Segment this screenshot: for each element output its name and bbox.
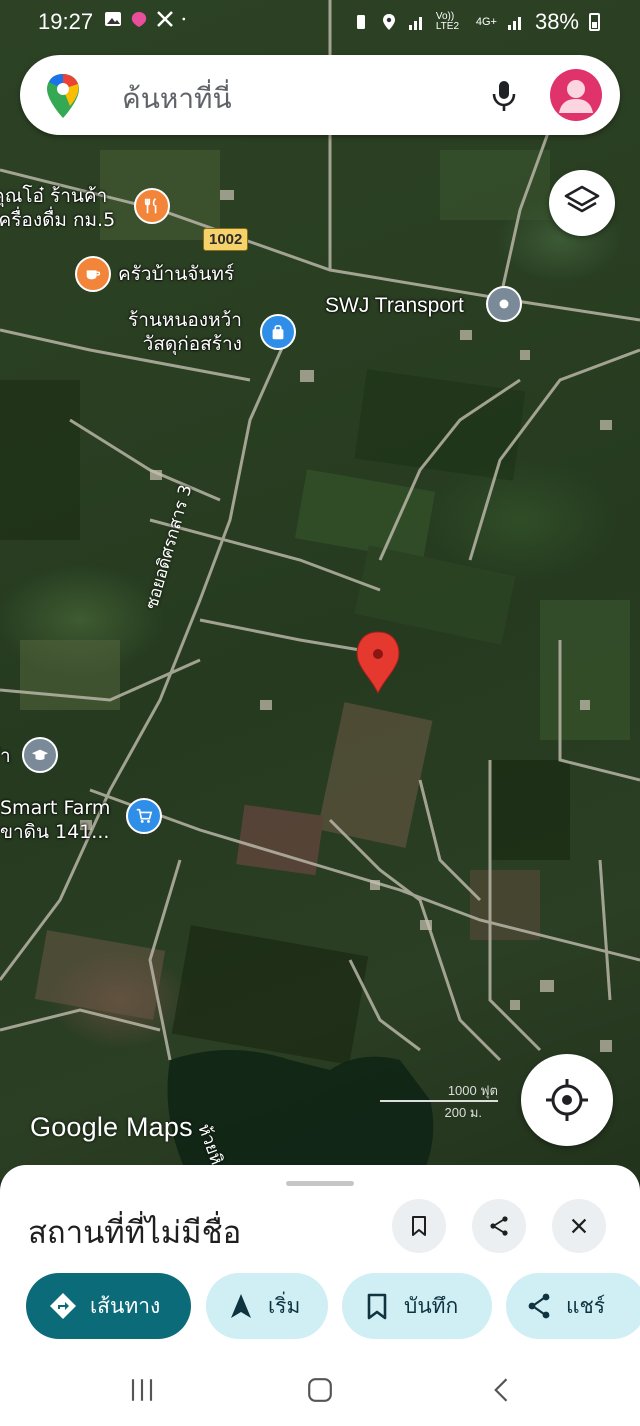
place-title: สถานที่ที่ไม่มีชื่อ [28,1215,242,1251]
home-icon [308,1378,332,1402]
scale-meters: 200 ม. [444,1105,482,1120]
status-time: 19:27 [38,9,94,34]
directions-button[interactable]: เส้นทาง [26,1273,191,1339]
search-input[interactable]: ค้นหาที่นี่ [122,77,232,121]
home-button[interactable] [300,1370,340,1410]
start-button[interactable]: เริ่ม [206,1273,328,1339]
poi-label: ครัวบ้านจันทร์ [118,263,235,285]
avatar[interactable] [550,69,602,121]
battery-saver-icon [356,15,365,29]
back-icon [494,1378,508,1402]
save-button[interactable]: บันทึก [342,1273,492,1339]
signal-icon [507,17,521,30]
share-icon [528,1293,550,1319]
pin-dot-icon[interactable] [486,286,522,322]
google-maps-wordmark: Google Maps [30,1112,193,1142]
dropped-pin-icon[interactable] [356,631,400,695]
poi-label: ร้านหนองหว้า วัสดุก่อสร้าง [128,309,242,355]
poi-label: Smart Farm ขาดิน 141... [0,797,111,843]
microphone-icon[interactable] [484,75,524,115]
poi-label: SWJ Transport [325,294,464,317]
place-bottom-sheet[interactable]: สถานที่ที่ไม่มีชื่อ เส้นทาง เริ่ม บันทึก… [0,1165,640,1426]
cafe-icon[interactable] [75,256,111,292]
share-icon-button[interactable] [472,1199,526,1253]
back-button[interactable] [482,1370,522,1410]
close-icon [571,1218,587,1234]
layers-button[interactable] [549,170,615,236]
dot-icon [182,17,186,21]
my-location-button[interactable] [521,1054,613,1146]
status-bar: 19:27 Vo)) LTE2 4G+ 38% [0,0,640,44]
volte-label: Vo)) LTE2 [435,11,460,32]
drag-handle[interactable] [286,1181,354,1186]
bookmark-button[interactable] [392,1199,446,1253]
poi-label: คุณโอ๋ ร้านค้า เครื่องดื่ม กม.5 [0,185,116,231]
poi-label: ำ [0,745,11,767]
satellite-imagery [0,0,640,1180]
poi-smart-farm[interactable]: Smart Farm ขาดิน 141... [0,796,110,844]
share-icon [490,1216,508,1236]
signal-icon [408,17,422,30]
x-icon [157,11,173,27]
save-label: บันทึก [404,1293,459,1318]
cart-icon[interactable] [126,798,162,834]
share-button[interactable]: แชร์ [506,1273,640,1339]
bookmark-icon [367,1293,387,1320]
poi-swj-transport[interactable]: SWJ Transport [325,294,464,318]
recent-apps-button[interactable] [122,1370,162,1410]
poi-restaurant[interactable]: คุณโอ๋ ร้านค้า เครื่องดื่ม กม.5 [0,184,115,232]
search-bar[interactable]: ค้นหาที่นี่ [20,55,620,135]
gallery-icon [105,12,121,26]
directions-icon [50,1293,76,1319]
android-navigation-bar [0,1350,640,1426]
network-label: 4G+ [475,16,497,28]
layers-icon [564,185,600,213]
battery-icon [589,13,600,31]
account-icon [559,80,593,113]
location-icon [382,14,395,30]
restaurant-icon[interactable] [134,188,170,224]
navigation-arrow-icon [231,1294,251,1318]
recent-apps-icon [131,1379,153,1401]
poi-cafe[interactable]: ครัวบ้านจันทร์ [118,262,234,286]
scale-feet: 1000 ฟุต [447,1083,498,1098]
map-view[interactable]: 19:27 Vo)) LTE2 4G+ 38% ค้นหาที่นี่ 1002… [0,0,640,1180]
poi-school[interactable]: ำ [0,744,11,768]
shopping-bag-icon[interactable] [260,314,296,350]
battery-percent: 38% [534,9,579,34]
poi-hardware-store[interactable]: ร้านหนองหว้า วัสดุก่อสร้าง [128,308,242,356]
map-scale: 1000 ฟุต 200 ม. [380,1080,498,1120]
crosshair-icon [546,1079,588,1121]
share-label: แชร์ [566,1293,606,1318]
road-shield: 1002 [203,228,249,251]
bookmark-icon [412,1216,426,1236]
google-maps-logo-icon [47,74,79,118]
directions-label: เส้นทาง [90,1293,161,1318]
school-icon[interactable] [22,737,58,773]
start-label: เริ่ม [268,1293,301,1318]
close-button[interactable] [552,1199,606,1253]
lazada-icon [131,12,147,27]
